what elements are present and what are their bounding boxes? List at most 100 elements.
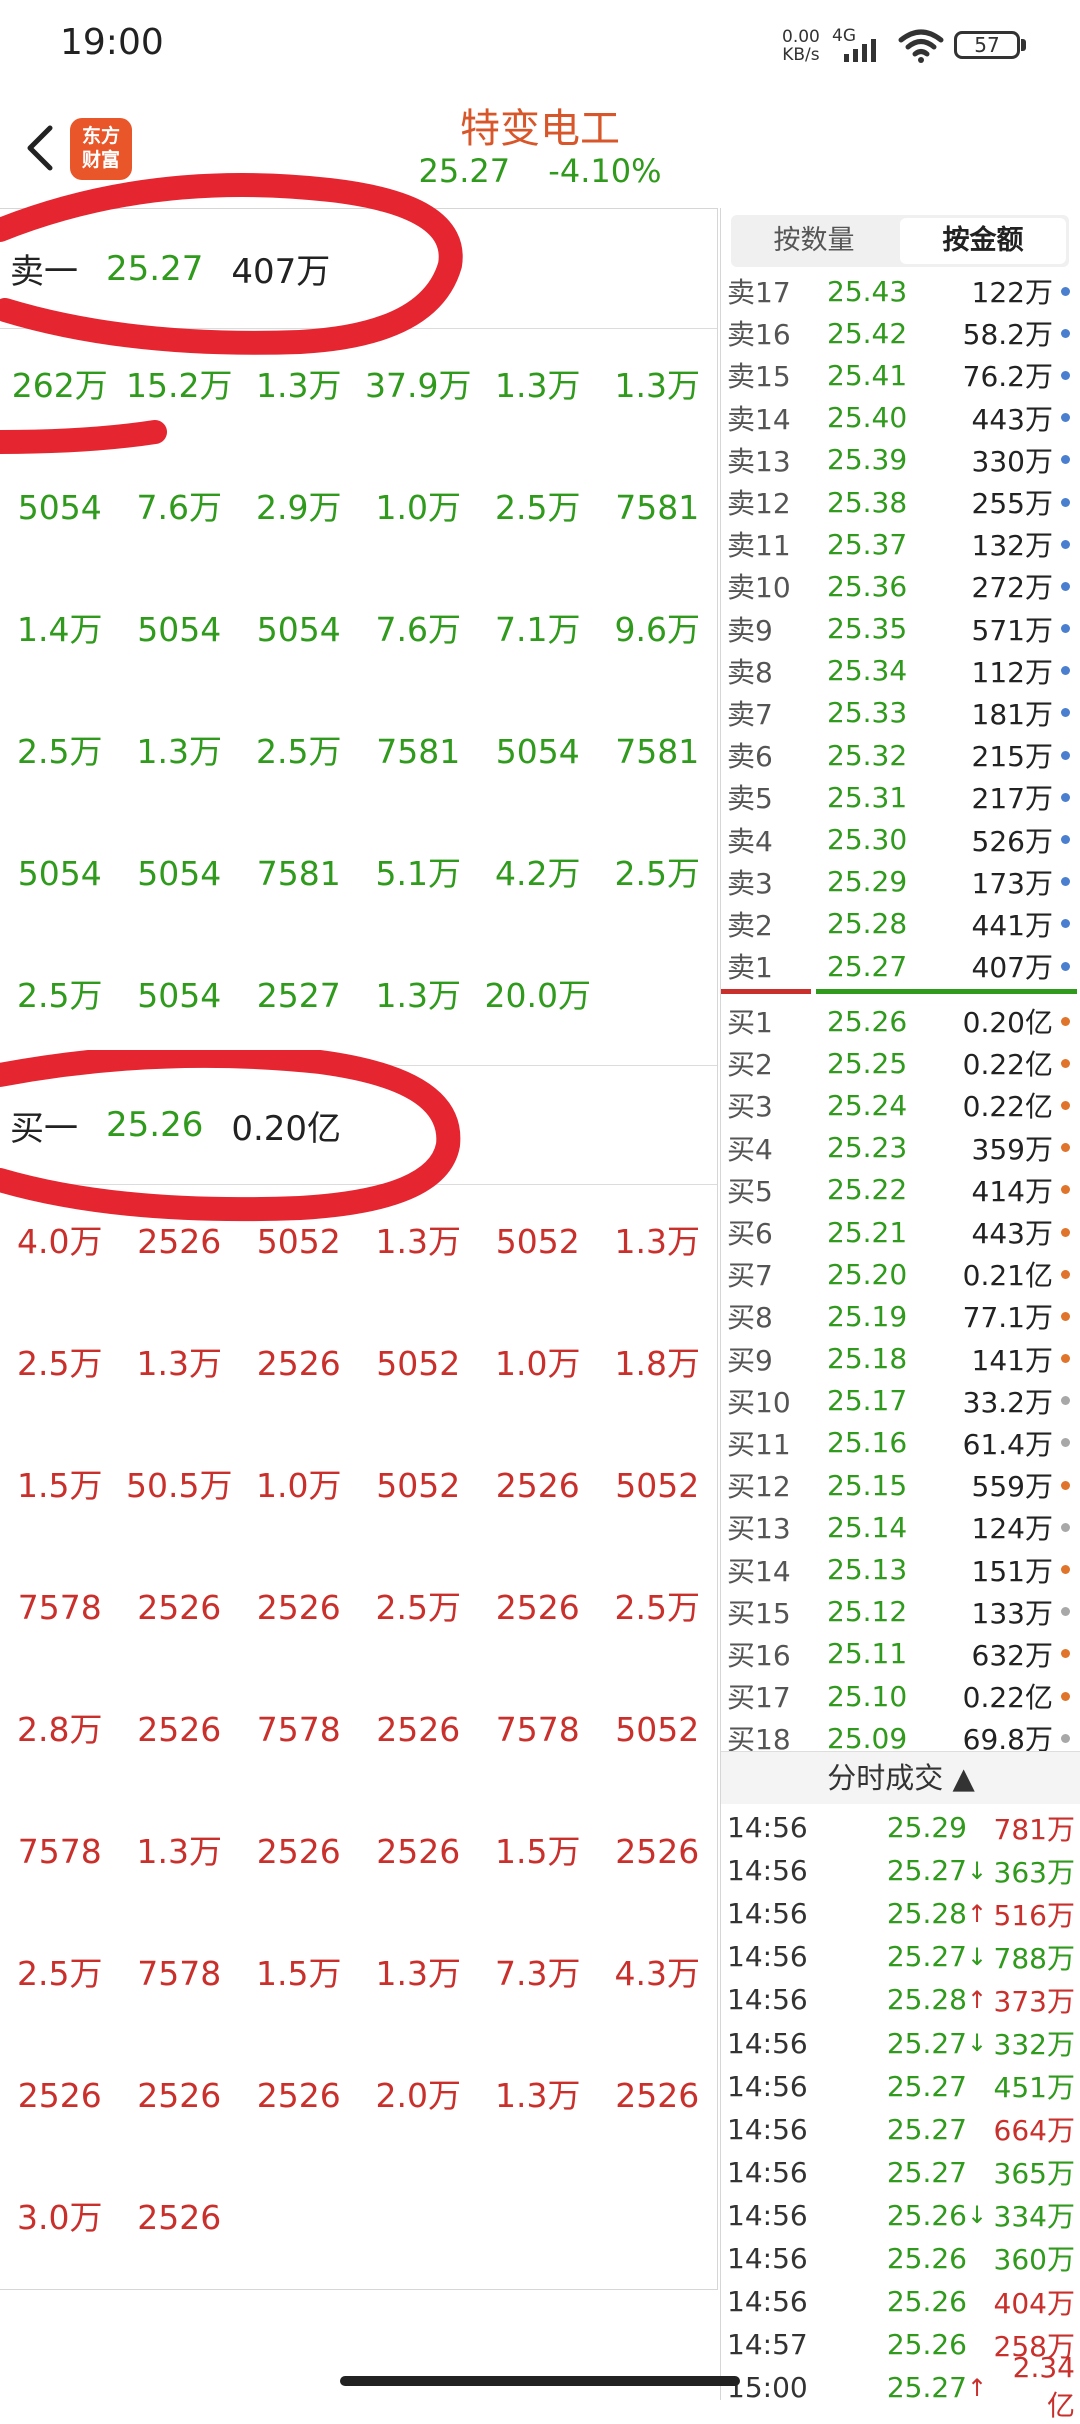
ask1-order-cell: 2.5万 xyxy=(495,488,581,527)
tick-arrow-icon: ↑ xyxy=(967,1899,988,1928)
bid-price: 25.15 xyxy=(827,1468,908,1502)
bid-volume: 69.8万 xyxy=(962,1723,1053,1751)
bid-row: 买11 25.16 61.4万 xyxy=(721,1422,1080,1464)
tab-by-amount[interactable]: 按金额 xyxy=(900,218,1066,264)
ask-label: 卖7 xyxy=(727,697,773,731)
bid-label: 买5 xyxy=(727,1174,773,1208)
ask1-order-cell: 2.5万 xyxy=(614,854,700,893)
ask-volume: 58.2万 xyxy=(962,318,1053,352)
bid-label: 买12 xyxy=(727,1470,791,1504)
bid-dot-icon xyxy=(1061,1143,1070,1153)
tick-volume: 363万 xyxy=(993,1855,1075,1889)
ask1-order-cell: 2.5万 xyxy=(256,732,342,771)
tick-arrow-icon: ↑ xyxy=(967,2373,988,2402)
ask1-header[interactable]: 卖一 25.27 407万 xyxy=(0,209,717,329)
tick-price: 25.28 xyxy=(886,1983,967,2017)
tick-time: 14:56 xyxy=(727,2198,808,2232)
bid-price: 25.14 xyxy=(827,1510,908,1544)
net-speed-value: 0.00 xyxy=(782,27,820,47)
ask1-order-cell: 5054 xyxy=(17,854,102,893)
ask1-order-cell: 5054 xyxy=(17,488,102,527)
ask-volume: 122万 xyxy=(971,276,1053,310)
ask-price: 25.42 xyxy=(827,316,908,350)
tick-price: 25.27 xyxy=(886,1854,967,1888)
bid-volume: 33.2万 xyxy=(962,1385,1053,1419)
tab-by-quantity[interactable]: 按数量 xyxy=(731,215,897,267)
ask1-order-cell: 1.4万 xyxy=(17,610,103,649)
tick-row: 14:56 25.27 664万 xyxy=(721,2108,1080,2151)
bid1-order-grid: 4.0万 2526 5052 1.3万 5052 1.3万 2.5万 1.3万 2526 5052… xyxy=(0,1207,717,2305)
bid1-order-cell: 5052 xyxy=(615,1466,700,1505)
ask1-order-cell: 1.3万 xyxy=(136,732,222,771)
tick-time: 14:56 xyxy=(727,2241,808,2275)
tick-row: 14:56 25.28 ↑ 516万 xyxy=(721,1892,1080,1935)
tick-price: 25.27 xyxy=(886,2371,967,2405)
bid-label: 买3 xyxy=(727,1090,773,1124)
battery-tip xyxy=(1021,39,1026,51)
ask1-order-cell: 7581 xyxy=(615,732,700,771)
ask-row: 卖3 25.29 173万 xyxy=(721,861,1080,903)
ask-price: 25.41 xyxy=(827,358,908,392)
tick-price: 25.26 xyxy=(886,2285,967,2319)
bid1-header[interactable]: 买一 25.26 0.20亿 xyxy=(0,1065,717,1185)
bid-price: 25.17 xyxy=(827,1384,908,1418)
bid-dot-icon xyxy=(1061,1565,1070,1575)
tick-row: 14:56 25.27 ↓ 332万 xyxy=(721,2021,1080,2064)
bid-label: 买15 xyxy=(727,1596,791,1630)
tick-row: 14:56 25.27 451万 xyxy=(721,2065,1080,2108)
ask-volume: 215万 xyxy=(971,740,1053,774)
tick-price: 25.26 xyxy=(886,2198,967,2232)
ask1-order-cell: 2.5万 xyxy=(17,732,103,771)
bid-dot-icon xyxy=(1061,1733,1070,1743)
bid-price: 25.26 xyxy=(827,1004,908,1038)
tick-price: 25.26 xyxy=(886,2328,967,2362)
bid-label: 买16 xyxy=(727,1638,791,1672)
bid-row: 买18 25.09 69.8万 xyxy=(721,1717,1080,1751)
tick-time: 14:56 xyxy=(727,1983,808,2017)
bid1-order-cell: 2526 xyxy=(615,2076,700,2115)
bid-row: 买7 25.20 0.21亿 xyxy=(721,1253,1080,1295)
tick-volume: 516万 xyxy=(993,1898,1075,1932)
tick-row: 14:56 25.26 360万 xyxy=(721,2237,1080,2280)
bid-list[interactable]: 买1 25.26 0.20亿 买2 25.25 0.22亿 买3 25.24 0.22亿 买4 25… xyxy=(721,1000,1080,1751)
ask-label: 卖17 xyxy=(727,276,791,310)
tick-price: 25.27 xyxy=(886,2069,967,2103)
bid1-order-cell: 2.5万 xyxy=(375,1588,461,1627)
ask-dot-icon xyxy=(1061,328,1070,338)
bid1-order-cell: 2.5万 xyxy=(614,1588,700,1627)
ask-row: 卖6 25.32 215万 xyxy=(721,734,1080,776)
bid1-order-cell: 2526 xyxy=(137,1588,222,1627)
ticks-toggle[interactable]: 分时成交 ▲ xyxy=(721,1751,1080,1804)
tick-list[interactable]: 14:56 25.29 781万 14:56 25.27 ↓ 363万 14:56 25.28 ↑… xyxy=(721,1806,1080,2422)
bid-volume: 0.22亿 xyxy=(962,1048,1053,1082)
tick-volume: 664万 xyxy=(993,2114,1075,2148)
tick-volume: 788万 xyxy=(993,1941,1075,1975)
ask-row: 卖12 25.38 255万 xyxy=(721,481,1080,523)
ask1-order-cell: 5054 xyxy=(256,610,341,649)
bid1-order-cell: 1.3万 xyxy=(136,1344,222,1383)
bid-label: 买2 xyxy=(727,1048,773,1082)
ask-row: 卖14 25.40 443万 xyxy=(721,397,1080,439)
home-indicator[interactable] xyxy=(340,2376,740,2386)
bid-price: 25.24 xyxy=(827,1088,908,1122)
ask-dot-icon xyxy=(1061,539,1070,549)
bid-dot-icon xyxy=(1061,1607,1070,1617)
bid-row: 买3 25.24 0.22亿 xyxy=(721,1084,1080,1126)
ask-label: 卖14 xyxy=(727,402,791,436)
ask1-order-cell: 4.2万 xyxy=(495,854,581,893)
ask-label: 卖12 xyxy=(727,487,791,521)
tick-time: 14:56 xyxy=(727,1854,808,1888)
bid-row: 买2 25.25 0.22亿 xyxy=(721,1042,1080,1084)
tick-time: 14:56 xyxy=(727,2069,808,2103)
bid-volume: 61.4万 xyxy=(962,1427,1053,1461)
bid1-order-cell: 2.0万 xyxy=(375,2076,461,2115)
order-book-panel: 按数量 按金额 卖17 25.43 122万 卖16 25.42 58.2万 卖15 25.4… xyxy=(720,208,1080,2422)
ask-label: 卖6 xyxy=(727,740,773,774)
bid1-order-cell: 5052 xyxy=(256,1222,341,1261)
bid-row: 买12 25.15 559万 xyxy=(721,1464,1080,1506)
ask1-order-cell: 5.1万 xyxy=(375,854,461,893)
tick-row: 14:56 25.27 365万 xyxy=(721,2151,1080,2194)
bid1-volume: 0.20亿 xyxy=(231,1108,342,1149)
bid1-order-cell: 7578 xyxy=(495,1710,580,1749)
bid-price: 25.25 xyxy=(827,1046,908,1080)
